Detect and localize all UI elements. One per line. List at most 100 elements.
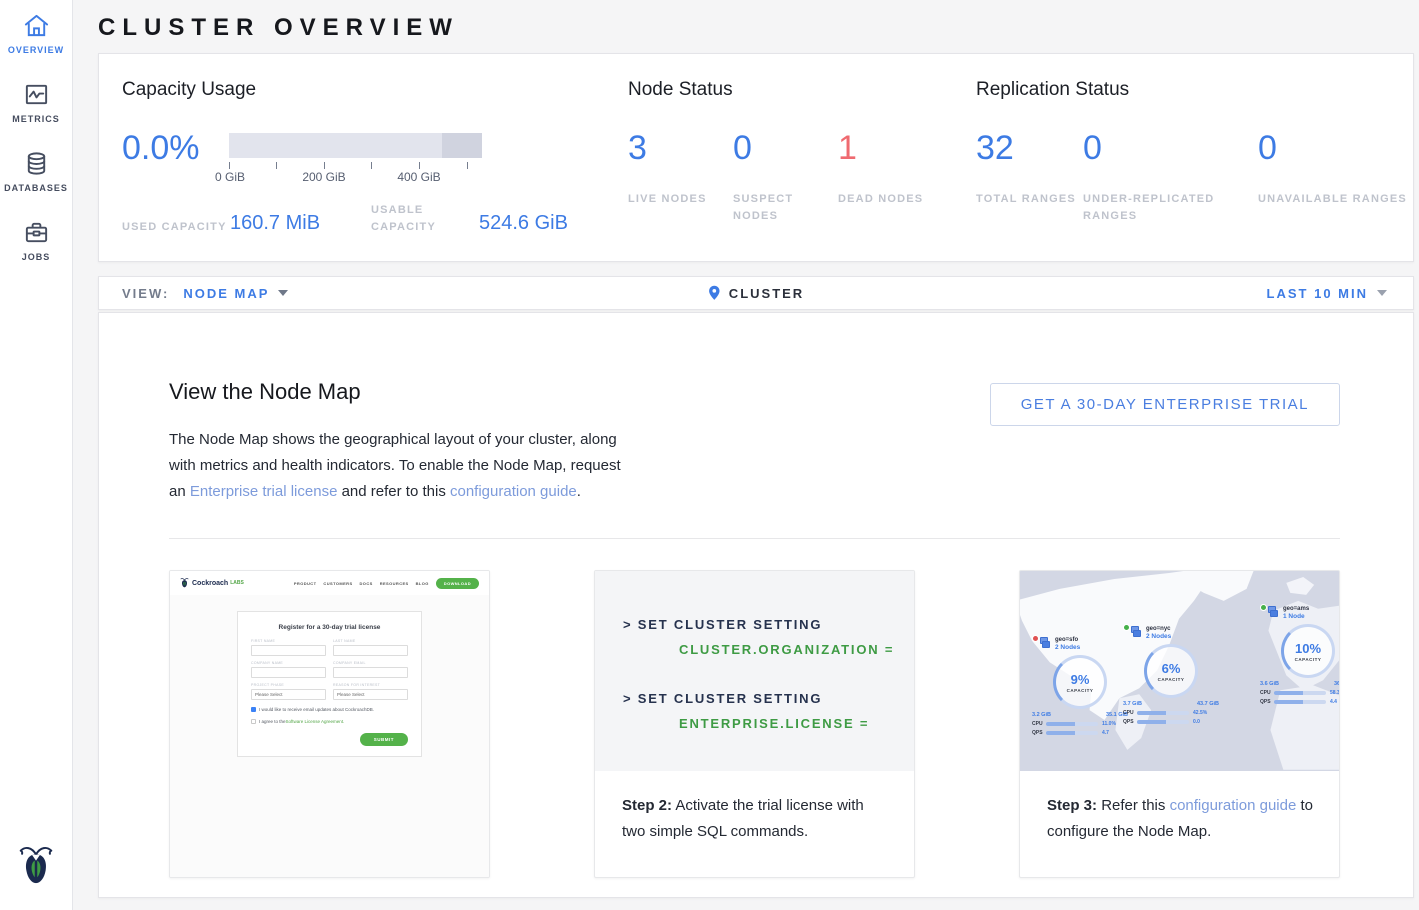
capacity-usage-title: Capacity Usage xyxy=(122,79,628,101)
sql-command: > SET CLUSTER SETTING xyxy=(623,617,914,632)
unavailable-ranges-stat: 0 UNAVAILABLE RANGES xyxy=(1258,131,1407,225)
download-button: DOWNLOAD xyxy=(436,578,479,589)
view-selector-dropdown[interactable]: NODE MAP xyxy=(183,286,288,301)
nav-item: CUSTOMERS xyxy=(323,581,352,586)
status-dot-icon xyxy=(1032,635,1039,642)
sidebar-item-metrics[interactable]: METRICS xyxy=(0,81,72,124)
checkbox-icon xyxy=(251,719,256,724)
dead-nodes-stat: 1 DEAD NODES xyxy=(838,131,923,225)
qps-value: 0.0 xyxy=(1193,719,1200,725)
checkbox-label: I would like to receive email updates ab… xyxy=(259,707,374,712)
used-capacity-label: USED CAPACITY xyxy=(122,219,230,236)
sql-command: > SET CLUSTER SETTING xyxy=(623,691,914,706)
under-replicated-label: UNDER-REPLICATED RANGES xyxy=(1083,191,1233,225)
view-bar: VIEW: NODE MAP CLUSTER LAST 10 MIN xyxy=(98,276,1414,310)
used-capacity: 3.6 GiB xyxy=(1260,681,1279,687)
node-status-title: Node Status xyxy=(628,79,976,101)
time-range-dropdown[interactable]: LAST 10 MIN xyxy=(1267,286,1387,301)
capacity-ring: 6% CAPACITY xyxy=(1144,644,1198,698)
suspect-nodes-value: 0 xyxy=(733,131,838,165)
main-content: CLUSTER OVERVIEW Capacity Usage 0.0% 0 G… xyxy=(73,0,1419,910)
qps-label: QPS xyxy=(1123,719,1137,725)
status-dot-icon xyxy=(1260,604,1267,611)
step2-caption: Step 2: Activate the trial license with … xyxy=(595,771,914,845)
node-stack-icon xyxy=(1268,606,1279,617)
last-name-input xyxy=(333,645,408,656)
sidebar-item-databases[interactable]: DATABASES xyxy=(0,150,72,193)
nav-item: BLOG xyxy=(416,581,429,586)
under-replicated-value: 0 xyxy=(1083,131,1258,165)
step3-card: geo=sfo 2 Nodes 9% CAPACITY 3.2 GiB 35.1… xyxy=(1019,570,1340,878)
unavailable-ranges-value: 0 xyxy=(1258,131,1407,165)
description-text: and refer to this xyxy=(342,483,446,500)
capacity-label: CAPACITY xyxy=(1295,657,1322,662)
tick-label: 0 GiB xyxy=(215,170,245,184)
qps-bar xyxy=(1137,720,1189,724)
step1-caption: Step 1: Get a trial license delivered st… xyxy=(170,877,489,878)
form-title: Register for a 30-day trial license xyxy=(251,624,408,631)
dead-nodes-label: DEAD NODES xyxy=(838,191,923,208)
qps-value: 4.7 xyxy=(1102,730,1109,736)
cpu-bar xyxy=(1137,711,1189,715)
capacity-percent: 10% xyxy=(1295,641,1321,656)
nav-item: PRODUCT xyxy=(294,581,317,586)
mini-site-nav: PRODUCT CUSTOMERS DOCS RESOURCES BLOG DO… xyxy=(287,578,479,589)
capacity-ring: 10% CAPACITY xyxy=(1281,624,1335,678)
view-label: VIEW: xyxy=(122,286,169,301)
mini-site-brand: Cockroach LABS xyxy=(180,577,244,589)
usable-capacity-value: 524.6 GiB xyxy=(479,212,620,236)
steps-row: Cockroach LABS PRODUCT CUSTOMERS DOCS RE… xyxy=(169,570,1340,878)
configuration-guide-link[interactable]: configuration guide xyxy=(450,483,577,500)
time-range-value: LAST 10 MIN xyxy=(1267,286,1368,301)
qps-label: QPS xyxy=(1032,730,1046,736)
nav-item: RESOURCES xyxy=(380,581,409,586)
field-label: PROJECT PHASE xyxy=(251,683,326,687)
checkbox-checked-icon xyxy=(251,707,256,712)
reason-select: Please Select xyxy=(333,689,408,700)
locality-node-count: 1 Node xyxy=(1283,613,1309,620)
enterprise-trial-button[interactable]: GET A 30-DAY ENTERPRISE TRIAL xyxy=(990,383,1340,426)
locality-node-count: 2 Nodes xyxy=(1055,644,1080,651)
sidebar-item-overview[interactable]: OVERVIEW xyxy=(0,12,72,55)
total-ranges-label: TOTAL RANGES xyxy=(976,191,1083,208)
live-nodes-stat: 3 LIVE NODES xyxy=(628,131,733,225)
used-capacity-value: 160.7 MiB xyxy=(230,212,371,236)
nav-item: DOCS xyxy=(360,581,373,586)
total-ranges-stat: 32 TOTAL RANGES xyxy=(976,131,1083,225)
cpu-label: CPU xyxy=(1260,690,1274,696)
locality-marker-nyc: geo=nyc 2 Nodes 6% CAPACITY 3.7 GiB 43.7… xyxy=(1123,626,1219,725)
capacity-bar-track xyxy=(229,133,482,158)
cluster-summary-card: Capacity Usage 0.0% 0 GiB 200 GiB 400 Gi… xyxy=(98,53,1414,262)
first-name-input xyxy=(251,645,326,656)
node-stack-icon xyxy=(1131,626,1142,637)
locality-marker-sfo: geo=sfo 2 Nodes 9% CAPACITY 3.2 GiB 35.1… xyxy=(1032,637,1128,736)
step3-text: Refer this xyxy=(1101,797,1165,814)
cpu-value: 11.0% xyxy=(1102,721,1116,727)
live-nodes-value: 3 xyxy=(628,131,733,165)
sidebar-item-label: METRICS xyxy=(12,114,60,124)
node-map-description: The Node Map shows the geographical layo… xyxy=(169,427,631,505)
enterprise-trial-license-link[interactable]: Enterprise trial license xyxy=(190,483,338,500)
divider xyxy=(169,538,1340,539)
field-label: REASON FOR INTEREST xyxy=(333,683,408,687)
sidebar-item-label: JOBS xyxy=(22,252,51,262)
step2-sql-snippet: > SET CLUSTER SETTING CLUSTER.ORGANIZATI… xyxy=(595,571,914,771)
locality-node-count: 2 Nodes xyxy=(1146,633,1171,640)
cpu-value: 58.3% xyxy=(1330,690,1339,696)
suspect-nodes-label: SUSPECT NODES xyxy=(733,191,838,225)
capacity-percent: 6% xyxy=(1162,661,1181,676)
locality-name: geo=sfo xyxy=(1055,637,1080,643)
checkbox-label: I agree to the xyxy=(259,719,286,724)
configuration-guide-link[interactable]: configuration guide xyxy=(1170,797,1297,814)
tick-label: 200 GiB xyxy=(302,170,345,184)
cpu-bar xyxy=(1046,722,1098,726)
step2-label: Step 2: xyxy=(622,797,672,814)
breadcrumb-cluster: CLUSTER xyxy=(729,286,804,301)
locality-name: geo=ams xyxy=(1283,606,1309,612)
cpu-value: 42.5% xyxy=(1193,710,1207,716)
node-stack-icon xyxy=(1040,637,1051,648)
sql-argument: ENTERPRISE.LICENSE = xyxy=(679,716,914,731)
license-agreement-link: Software License Agreement. xyxy=(286,719,345,724)
briefcase-icon xyxy=(23,219,50,246)
sidebar-item-jobs[interactable]: JOBS xyxy=(0,219,72,262)
